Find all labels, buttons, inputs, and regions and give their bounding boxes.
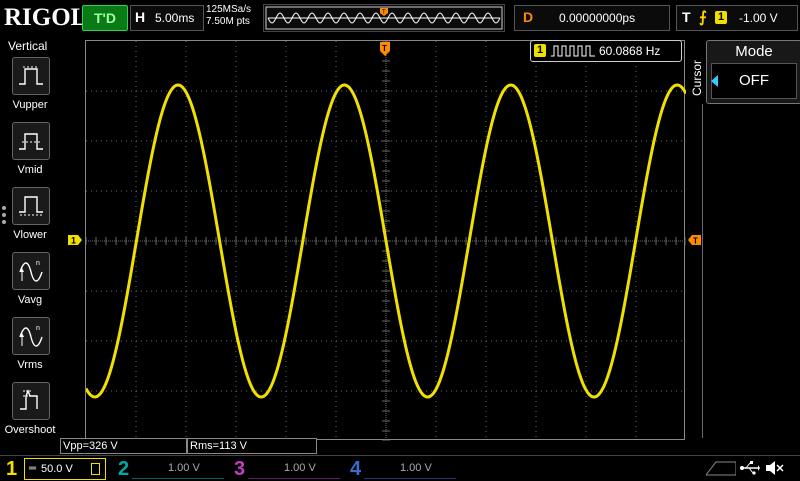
vrms-icon: n [19,325,43,347]
svg-text:T: T [382,44,387,53]
graticule [86,41,686,441]
right-menu-panel [702,104,800,438]
brand-logo: RIGOL [4,4,88,31]
ch1-offset-marker-icon[interactable]: 1 [67,234,83,246]
vavg-label: Vavg [17,294,43,306]
horizontal-key: H [135,9,146,25]
trigger-source-badge: 1 [715,11,727,24]
vupper-label: Vupper [12,99,48,111]
vupper-button[interactable] [12,57,50,95]
measurement-vpp[interactable]: Vpp=326 V [60,438,187,454]
vmid-icon [19,133,43,150]
overshoot-label: Overshoot [4,424,56,436]
trigger-level-marker-icon[interactable]: T [688,234,702,246]
svg-text:T: T [693,237,698,246]
trigger-setting-display[interactable]: T ⨍ 1 -1.00 V [676,5,798,31]
ch4-scale-panel[interactable]: 1.00 V [364,458,456,479]
svg-text:1: 1 [71,236,76,246]
memory-depth: 7.50M pts [206,16,250,27]
delay-value: 0.00000000ps [559,11,636,25]
svg-text:n: n [36,260,40,267]
ch3-scale-panel[interactable]: 1.00 V [248,458,340,479]
timebase-value: 5.00ms [155,11,195,25]
ch1-scale: 50.0 V [41,463,73,475]
overshoot-button[interactable] [12,382,50,420]
delay-key: D [523,9,534,25]
ch1-scale-panel[interactable]: ═ 50.0 V [24,458,106,480]
mode-value: OFF [739,72,769,89]
usb-icon [740,461,760,475]
overshoot-icon [20,389,38,410]
trigger-delay-display[interactable]: D 0.00000000ps [514,5,670,31]
measurement-rms[interactable]: Rms=113 V [187,438,317,454]
mode-selector[interactable]: OFF [711,63,797,99]
vlower-label: Vlower [13,229,47,241]
sound-muted-icon[interactable] [764,459,784,477]
mode-title: Mode [735,43,773,60]
vavg-icon: n [19,260,43,282]
frequency-counter[interactable]: 1 60.0868 Hz [530,40,682,62]
trigger-key: T [682,9,691,25]
menu-title-vertical: Vertical [8,39,48,53]
vavg-button[interactable]: n [12,252,50,290]
ch2-scale: 1.00 V [168,462,200,474]
menu-tab-icon[interactable] [706,460,736,476]
cursor-mode-softkey[interactable]: Mode OFF [706,40,800,104]
vrms-label: Vrms [17,359,43,371]
menu-page-dots [2,206,8,227]
vlower-icon [19,196,43,216]
svg-text:T: T [382,10,386,16]
trigger-status-indicator[interactable]: T'D [82,5,128,31]
ch1-bandwidth-icon [91,463,100,475]
ch1-number[interactable]: 1 [6,458,17,480]
vmid-button[interactable] [12,122,50,160]
vupper-icon [19,66,43,85]
square-wave-icon [551,45,595,57]
ch3-number[interactable]: 3 [234,458,245,480]
vlower-button[interactable] [12,187,50,225]
cursor-side-label: Cursor [690,60,704,97]
rising-edge-icon: ⨍ [699,9,707,26]
ch1-coupling-icon: ═ [29,463,37,474]
channel-status-bar: 1 ═ 50.0 V 2 1.00 V 3 1.00 V 4 1.00 V [0,455,800,481]
sample-rate: 125MSa/s [206,4,252,15]
ch2-scale-panel[interactable]: 1.00 V [132,458,224,479]
memory-position-bar[interactable]: T [263,4,505,32]
frequency-value: 60.0868 Hz [599,44,661,58]
trigger-level-value: -1.00 V [739,11,778,25]
memory-waveform-overview: T [265,6,503,30]
ch4-scale: 1.00 V [400,462,432,474]
trigger-position-marker-icon[interactable]: T [379,41,391,57]
horizontal-timebase-display[interactable]: H 5.00ms [130,5,204,31]
svg-text:n: n [36,325,40,332]
vrms-button[interactable]: n [12,317,50,355]
vmid-label: Vmid [17,164,43,176]
sample-info: 125MSa/s 7.50M pts [206,4,251,28]
waveform-display-area[interactable] [85,40,686,441]
ch3-scale: 1.00 V [284,462,316,474]
ch4-number[interactable]: 4 [350,458,361,480]
counter-source-badge: 1 [534,44,546,57]
ch2-number[interactable]: 2 [118,458,129,480]
